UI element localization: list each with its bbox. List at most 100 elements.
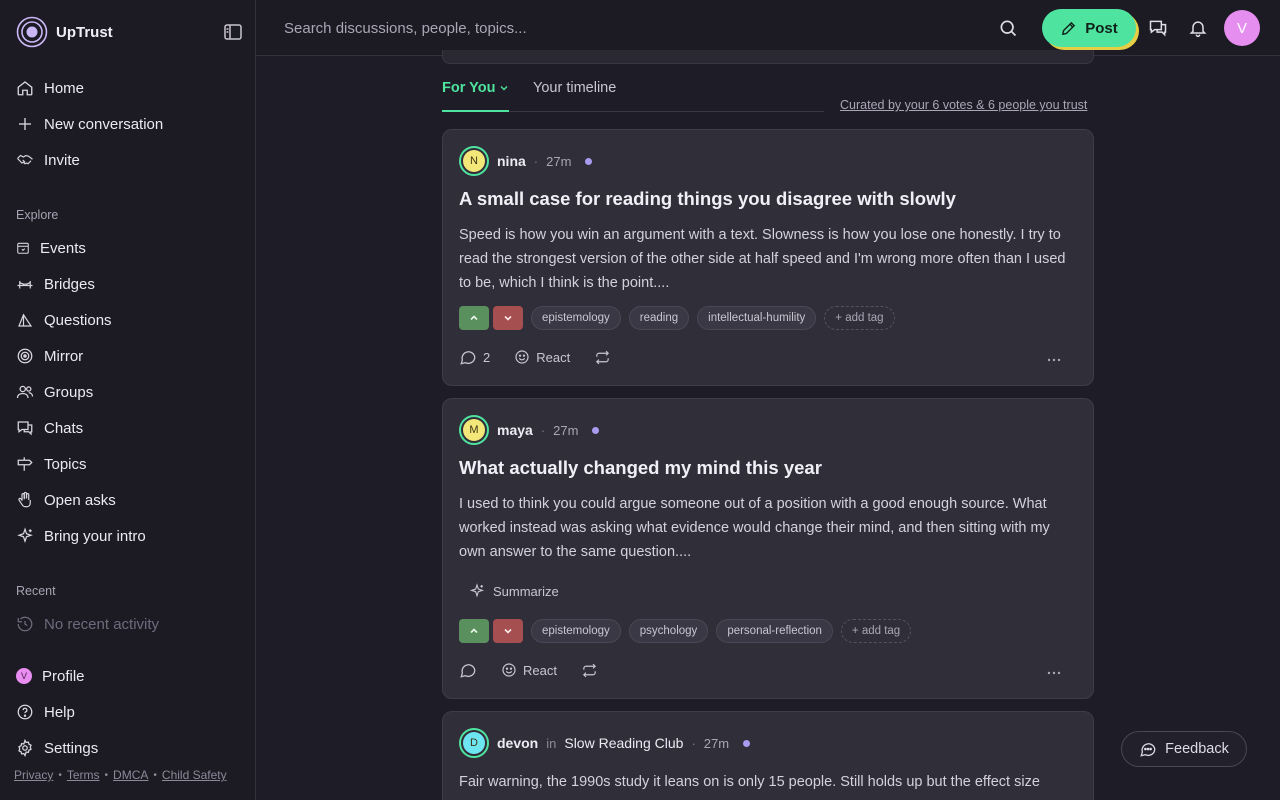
- add-tag-button[interactable]: + add tag: [840, 619, 912, 643]
- upvote-button[interactable]: [459, 619, 489, 643]
- sidebar-item-chats[interactable]: Chats: [16, 416, 83, 440]
- privacy-link[interactable]: Privacy: [14, 768, 53, 782]
- author-name[interactable]: devon: [497, 735, 538, 751]
- sidebar-item-new-conversation[interactable]: New conversation: [16, 112, 163, 136]
- feedback-button[interactable]: Feedback: [1121, 731, 1247, 767]
- author-name[interactable]: nina: [497, 153, 526, 169]
- post-title[interactable]: What actually changed my mind this year: [459, 457, 822, 479]
- sidebar-item-help[interactable]: Help: [16, 700, 75, 724]
- notifications-button[interactable]: [1186, 16, 1210, 40]
- post-actions: 2 React: [459, 346, 1077, 368]
- tag-chip[interactable]: intellectual-humility: [697, 306, 817, 330]
- brand[interactable]: UpTrust: [16, 16, 113, 48]
- add-tag-button[interactable]: + add tag: [824, 306, 895, 330]
- terms-link[interactable]: Terms: [67, 768, 100, 782]
- downvote-button[interactable]: [493, 306, 523, 330]
- sidebar-item-topics[interactable]: Topics: [16, 452, 87, 476]
- curated-info-link[interactable]: Curated by your 6 votes & 6 people you t…: [840, 98, 1087, 112]
- post-time: 27m: [703, 735, 730, 751]
- comment-icon: [460, 664, 476, 678]
- tab-label: For You: [442, 80, 496, 96]
- sparkle-icon: [17, 527, 33, 544]
- unread-dot: [592, 426, 600, 434]
- author-avatar[interactable]: M: [459, 415, 489, 445]
- downvote-button[interactable]: [493, 619, 523, 643]
- comments-button[interactable]: 2: [459, 348, 490, 366]
- questions-icon: [18, 313, 33, 327]
- author-avatar[interactable]: D: [459, 728, 489, 758]
- unread-dot: [585, 157, 593, 165]
- sidebar-item-questions[interactable]: Questions: [16, 308, 112, 332]
- chevron-down-icon: [504, 628, 512, 634]
- post-card[interactable]: M maya · 27m What actually changed my mi…: [442, 398, 1094, 699]
- collapse-sidebar-button[interactable]: [222, 22, 244, 42]
- repost-button[interactable]: [594, 349, 611, 366]
- footer-separator: •: [104, 769, 109, 781]
- post-title[interactable]: A small case for reading things you disa…: [459, 188, 956, 210]
- author-avatar[interactable]: N: [459, 146, 489, 176]
- sidebar-item-label: Settings: [44, 739, 99, 757]
- sidebar-item-groups[interactable]: Groups: [16, 380, 93, 404]
- post-header: N nina · 27m: [459, 146, 593, 176]
- tag-chip[interactable]: epistemology: [531, 619, 621, 643]
- meta-separator: ·: [533, 153, 539, 169]
- sidebar-item-settings[interactable]: Settings: [16, 736, 98, 760]
- sidebar-item-events[interactable]: Events: [16, 236, 86, 260]
- sidebar-item-label: Groups: [44, 383, 94, 401]
- sparkle-icon: [469, 583, 485, 598]
- users-icon: [16, 385, 34, 399]
- uptrust-logo-icon: [16, 16, 48, 48]
- react-button[interactable]: React: [514, 349, 570, 365]
- search-button[interactable]: [996, 16, 1020, 40]
- more-options-button[interactable]: [1047, 350, 1061, 365]
- sidebar-item-mirror[interactable]: Mirror: [16, 344, 83, 368]
- composer-box[interactable]: [442, 50, 1094, 64]
- tab-for-you[interactable]: For You: [442, 80, 510, 112]
- search-input[interactable]: [272, 8, 832, 48]
- comment-count: 2: [483, 349, 491, 365]
- recent-heading: Recent: [16, 584, 56, 598]
- tag-chip[interactable]: epistemology: [531, 306, 621, 330]
- repost-icon: [582, 663, 596, 677]
- sidebar-item-bring-your-intro[interactable]: Bring your intro: [16, 524, 146, 548]
- sidebar-item-home[interactable]: Home: [16, 76, 84, 100]
- tag-chip[interactable]: psychology: [628, 619, 709, 643]
- more-options-button[interactable]: [1047, 663, 1061, 678]
- author-name[interactable]: maya: [497, 422, 533, 438]
- post-button[interactable]: Post: [1042, 9, 1136, 47]
- post-card[interactable]: D devon in Slow Reading Club · 27m Fair …: [442, 711, 1094, 800]
- sidebar-item-open-asks[interactable]: Open asks: [16, 488, 116, 512]
- meta-separator: ·: [540, 422, 546, 438]
- chevron-down-icon: [500, 86, 508, 91]
- group-link[interactable]: Slow Reading Club: [564, 735, 683, 751]
- react-button[interactable]: React: [501, 662, 557, 678]
- summarize-button[interactable]: Summarize: [469, 583, 559, 599]
- sidebar-item-invite[interactable]: Invite: [16, 148, 80, 172]
- post-card[interactable]: N nina · 27m A small case for reading th…: [442, 129, 1094, 386]
- unread-dot: [743, 739, 751, 747]
- hand-icon: [18, 491, 31, 508]
- child-safety-link[interactable]: Child Safety: [162, 768, 227, 782]
- sidebar-item-bridges[interactable]: Bridges: [16, 272, 95, 296]
- tab-your-timeline[interactable]: Your timeline: [533, 80, 616, 96]
- post-header: M maya · 27m: [459, 415, 600, 445]
- sidebar-item-label: Topics: [44, 455, 87, 473]
- post-time: 27m: [546, 153, 572, 169]
- sidebar-item-label: Home: [44, 79, 85, 97]
- app-root: UpTrust Home New conversation Invite Exp…: [0, 0, 1280, 800]
- upvote-button[interactable]: [459, 306, 489, 330]
- dmca-link[interactable]: DMCA: [113, 768, 148, 782]
- comments-button[interactable]: [459, 661, 477, 679]
- plus-icon: [19, 118, 31, 130]
- comment-icon: [460, 351, 476, 365]
- sidebar-item-profile[interactable]: V Profile: [16, 664, 85, 688]
- chevron-up-icon: [470, 315, 478, 321]
- user-avatar[interactable]: V: [1224, 10, 1260, 46]
- messages-button[interactable]: [1146, 16, 1170, 40]
- post-header: D devon in Slow Reading Club · 27m: [459, 728, 751, 758]
- bridge-icon: [17, 281, 33, 289]
- repost-button[interactable]: [581, 662, 598, 679]
- tag-chip[interactable]: personal-reflection: [716, 619, 833, 643]
- tag-chip[interactable]: reading: [628, 306, 690, 330]
- feedback-label: Feedback: [1165, 741, 1229, 757]
